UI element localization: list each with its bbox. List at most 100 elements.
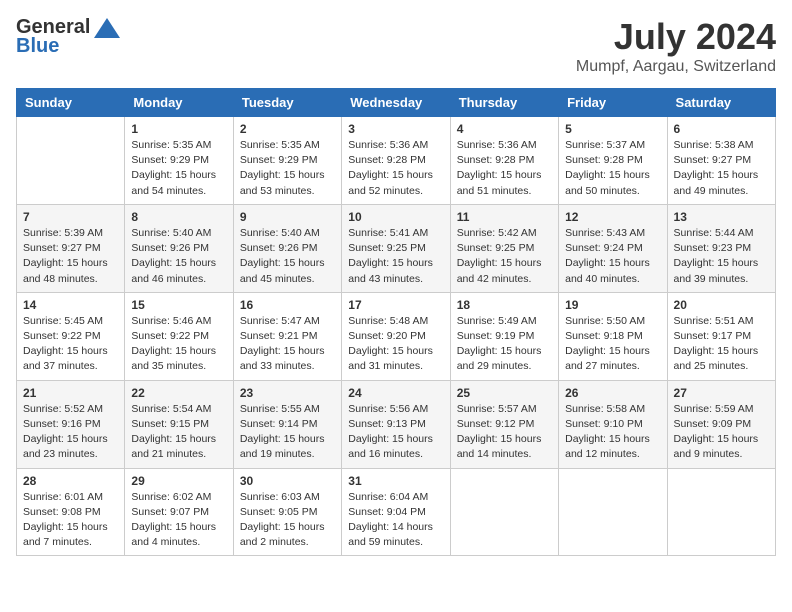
day-info: Sunrise: 5:40 AMSunset: 9:26 PMDaylight:… xyxy=(240,226,335,287)
weekday-header-tuesday: Tuesday xyxy=(233,89,341,117)
weekday-header-saturday: Saturday xyxy=(667,89,775,117)
day-number: 26 xyxy=(565,386,660,400)
day-number: 4 xyxy=(457,122,552,136)
calendar-cell: 7 Sunrise: 5:39 AMSunset: 9:27 PMDaylight… xyxy=(17,204,125,292)
calendar-cell: 4 Sunrise: 5:36 AMSunset: 9:28 PMDaylight… xyxy=(450,117,558,205)
day-info: Sunrise: 5:50 AMSunset: 9:18 PMDaylight:… xyxy=(565,314,660,375)
calendar-cell: 13Sunrise: 5:44 AMSunset: 9:23 PMDayligh… xyxy=(667,204,775,292)
calendar-cell: 1 Sunrise: 5:35 AMSunset: 9:29 PMDaylight… xyxy=(125,117,233,205)
day-number: 17 xyxy=(348,298,443,312)
day-info: Sunrise: 5:41 AMSunset: 9:25 PMDaylight:… xyxy=(348,226,443,287)
day-number: 31 xyxy=(348,474,443,488)
calendar-cell: 23 Sunrise: 5:55 AMSunset: 9:14 PMDayligh… xyxy=(233,380,341,468)
day-info: Sunrise: 6:04 AMSunset: 9:04 PMDaylight:… xyxy=(348,490,443,551)
calendar-cell: 12 Sunrise: 5:43 AMSunset: 9:24 PMDayligh… xyxy=(559,204,667,292)
day-info: Sunrise: 5:55 AMSunset: 9:14 PMDaylight:… xyxy=(240,402,335,463)
weekday-header-wednesday: Wednesday xyxy=(342,89,450,117)
day-number: 5 xyxy=(565,122,660,136)
weekday-header-thursday: Thursday xyxy=(450,89,558,117)
calendar-cell: 16 Sunrise: 5:47 AMSunset: 9:21 PMDayligh… xyxy=(233,292,341,380)
logo: General Blue xyxy=(16,16,120,58)
weekday-header-row: SundayMondayTuesdayWednesdayThursdayFrid… xyxy=(17,89,776,117)
calendar-header: SundayMondayTuesdayWednesdayThursdayFrid… xyxy=(17,89,776,117)
day-number: 16 xyxy=(240,298,335,312)
calendar-cell: 17 Sunrise: 5:48 AMSunset: 9:20 PMDayligh… xyxy=(342,292,450,380)
calendar-cell: 22 Sunrise: 5:54 AMSunset: 9:15 PMDayligh… xyxy=(125,380,233,468)
day-info: Sunrise: 5:39 AMSunset: 9:27 PMDaylight:… xyxy=(23,226,118,287)
day-info: Sunrise: 5:40 AMSunset: 9:26 PMDaylight:… xyxy=(131,226,226,287)
calendar-cell: 15 Sunrise: 5:46 AMSunset: 9:22 PMDayligh… xyxy=(125,292,233,380)
calendar-cell: 27Sunrise: 5:59 AMSunset: 9:09 PMDayligh… xyxy=(667,380,775,468)
day-number: 29 xyxy=(131,474,226,488)
day-number: 1 xyxy=(131,122,226,136)
day-number: 15 xyxy=(131,298,226,312)
month-title: July 2024 xyxy=(576,16,776,58)
calendar-cell: 21Sunrise: 5:52 AMSunset: 9:16 PMDayligh… xyxy=(17,380,125,468)
day-info: Sunrise: 5:48 AMSunset: 9:20 PMDaylight:… xyxy=(348,314,443,375)
calendar-cell: 20Sunrise: 5:51 AMSunset: 9:17 PMDayligh… xyxy=(667,292,775,380)
weekday-header-monday: Monday xyxy=(125,89,233,117)
calendar-cell: 31 Sunrise: 6:04 AMSunset: 9:04 PMDayligh… xyxy=(342,468,450,556)
calendar-cell: 25Sunrise: 5:57 AMSunset: 9:12 PMDayligh… xyxy=(450,380,558,468)
day-info: Sunrise: 5:56 AMSunset: 9:13 PMDaylight:… xyxy=(348,402,443,463)
day-number: 14 xyxy=(23,298,118,312)
day-info: Sunrise: 5:35 AMSunset: 9:29 PMDaylight:… xyxy=(240,138,335,199)
day-number: 23 xyxy=(240,386,335,400)
day-info: Sunrise: 5:36 AMSunset: 9:28 PMDaylight:… xyxy=(457,138,552,199)
calendar-cell: 29 Sunrise: 6:02 AMSunset: 9:07 PMDayligh… xyxy=(125,468,233,556)
day-number: 25 xyxy=(457,386,552,400)
logo-blue-text: Blue xyxy=(16,35,59,58)
day-info: Sunrise: 5:54 AMSunset: 9:15 PMDaylight:… xyxy=(131,402,226,463)
day-info: Sunrise: 5:38 AMSunset: 9:27 PMDaylight:… xyxy=(674,138,769,199)
day-number: 7 xyxy=(23,210,118,224)
title-section: July 2024 Mumpf, Aargau, Switzerland xyxy=(576,16,776,76)
calendar-week-row: 14Sunrise: 5:45 AMSunset: 9:22 PMDayligh… xyxy=(17,292,776,380)
day-number: 11 xyxy=(457,210,552,224)
calendar-cell: 10 Sunrise: 5:41 AMSunset: 9:25 PMDayligh… xyxy=(342,204,450,292)
day-info: Sunrise: 5:42 AMSunset: 9:25 PMDaylight:… xyxy=(457,226,552,287)
calendar-week-row: 7 Sunrise: 5:39 AMSunset: 9:27 PMDaylight… xyxy=(17,204,776,292)
day-number: 13 xyxy=(674,210,769,224)
day-number: 24 xyxy=(348,386,443,400)
weekday-header-friday: Friday xyxy=(559,89,667,117)
day-number: 21 xyxy=(23,386,118,400)
day-number: 22 xyxy=(131,386,226,400)
day-info: Sunrise: 6:02 AMSunset: 9:07 PMDaylight:… xyxy=(131,490,226,551)
calendar-cell xyxy=(667,468,775,556)
day-number: 19 xyxy=(565,298,660,312)
day-number: 9 xyxy=(240,210,335,224)
calendar-cell: 8 Sunrise: 5:40 AMSunset: 9:26 PMDaylight… xyxy=(125,204,233,292)
calendar-week-row: 28Sunrise: 6:01 AMSunset: 9:08 PMDayligh… xyxy=(17,468,776,556)
calendar-cell: 18Sunrise: 5:49 AMSunset: 9:19 PMDayligh… xyxy=(450,292,558,380)
calendar-cell: 6Sunrise: 5:38 AMSunset: 9:27 PMDaylight… xyxy=(667,117,775,205)
calendar-cell: 9 Sunrise: 5:40 AMSunset: 9:26 PMDaylight… xyxy=(233,204,341,292)
day-info: Sunrise: 5:35 AMSunset: 9:29 PMDaylight:… xyxy=(131,138,226,199)
calendar-body: 1 Sunrise: 5:35 AMSunset: 9:29 PMDaylight… xyxy=(17,117,776,556)
calendar-cell xyxy=(17,117,125,205)
calendar-cell: 14Sunrise: 5:45 AMSunset: 9:22 PMDayligh… xyxy=(17,292,125,380)
calendar-cell: 24 Sunrise: 5:56 AMSunset: 9:13 PMDayligh… xyxy=(342,380,450,468)
day-info: Sunrise: 5:37 AMSunset: 9:28 PMDaylight:… xyxy=(565,138,660,199)
calendar-week-row: 21Sunrise: 5:52 AMSunset: 9:16 PMDayligh… xyxy=(17,380,776,468)
calendar-cell: 11 Sunrise: 5:42 AMSunset: 9:25 PMDayligh… xyxy=(450,204,558,292)
day-number: 10 xyxy=(348,210,443,224)
day-number: 27 xyxy=(674,386,769,400)
calendar-cell: 28Sunrise: 6:01 AMSunset: 9:08 PMDayligh… xyxy=(17,468,125,556)
day-info: Sunrise: 6:01 AMSunset: 9:08 PMDaylight:… xyxy=(23,490,118,551)
day-number: 30 xyxy=(240,474,335,488)
calendar-cell: 30 Sunrise: 6:03 AMSunset: 9:05 PMDayligh… xyxy=(233,468,341,556)
calendar-cell: 5 Sunrise: 5:37 AMSunset: 9:28 PMDaylight… xyxy=(559,117,667,205)
day-info: Sunrise: 5:47 AMSunset: 9:21 PMDaylight:… xyxy=(240,314,335,375)
day-number: 12 xyxy=(565,210,660,224)
calendar-cell xyxy=(559,468,667,556)
page-header: General Blue July 2024 Mumpf, Aargau, Sw… xyxy=(16,16,776,76)
day-info: Sunrise: 5:49 AMSunset: 9:19 PMDaylight:… xyxy=(457,314,552,375)
day-info: Sunrise: 5:36 AMSunset: 9:28 PMDaylight:… xyxy=(348,138,443,199)
day-number: 8 xyxy=(131,210,226,224)
day-number: 20 xyxy=(674,298,769,312)
day-number: 2 xyxy=(240,122,335,136)
calendar-week-row: 1 Sunrise: 5:35 AMSunset: 9:29 PMDaylight… xyxy=(17,117,776,205)
day-info: Sunrise: 5:43 AMSunset: 9:24 PMDaylight:… xyxy=(565,226,660,287)
day-info: Sunrise: 5:46 AMSunset: 9:22 PMDaylight:… xyxy=(131,314,226,375)
day-info: Sunrise: 6:03 AMSunset: 9:05 PMDaylight:… xyxy=(240,490,335,551)
